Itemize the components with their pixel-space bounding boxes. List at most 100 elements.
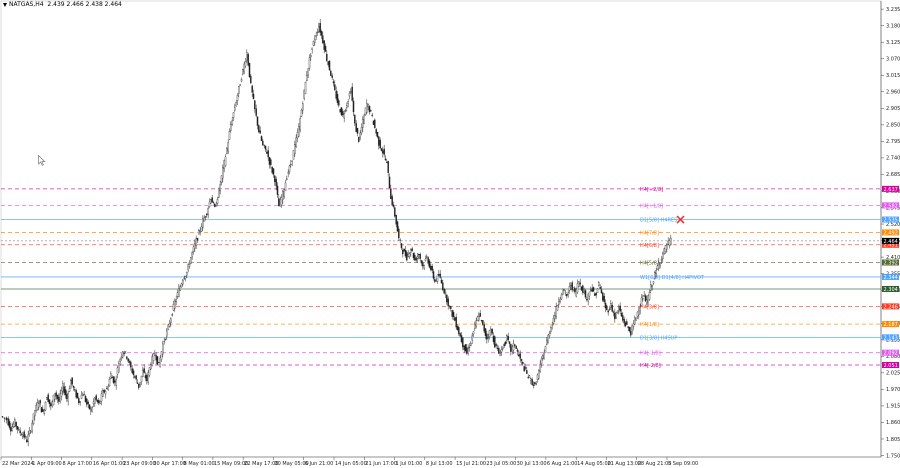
svg-text:2.187: 2.187 — [884, 322, 898, 328]
price-tag: 2.637 — [882, 185, 899, 193]
candle — [575, 287, 577, 298]
y-tick-label: 1.970 — [886, 387, 900, 393]
candle — [70, 378, 72, 389]
price-tag: 2.582 — [882, 202, 899, 209]
candle — [32, 413, 35, 426]
level-label: D1[3/8] H4SUP — [640, 335, 677, 341]
candle — [615, 312, 617, 319]
y-tick-label: 1.915 — [886, 404, 900, 410]
svg-text:2.637: 2.637 — [884, 187, 898, 193]
candle — [562, 288, 564, 296]
x-tick-label: 23 Apr 09:00 — [123, 461, 156, 467]
svg-text:2.246: 2.246 — [884, 304, 898, 310]
level-label: H4[1/8] — [640, 322, 659, 328]
x-tick-label: 8 May 01:00 — [184, 461, 215, 467]
level-label: H4[-1/8] — [640, 351, 661, 357]
candle — [210, 198, 212, 205]
candle — [547, 334, 549, 344]
price-tag: 2.464 — [882, 237, 899, 245]
candle — [190, 256, 192, 265]
price-tag: 2.143 — [882, 334, 899, 341]
mouse-cursor-icon — [38, 155, 46, 166]
x-tick-label: 15 May 09:00 — [214, 461, 248, 467]
collapse-triangle-icon[interactable] — [3, 2, 7, 7]
x-tick-label: 30 Jul 13:00 — [517, 461, 547, 467]
candle — [299, 115, 301, 133]
candle — [464, 344, 467, 352]
candle — [494, 335, 496, 349]
price-tag: 2.492 — [882, 229, 899, 236]
x-tick-label: 21 Aug 13:00 — [607, 461, 641, 467]
symbol-label: NATGAS,H4 — [9, 1, 44, 8]
x-tick-label: 14 Aug 05:00 — [577, 461, 611, 467]
candle — [602, 292, 604, 302]
level-label: H4[7/8] — [640, 230, 659, 236]
candle — [635, 317, 637, 321]
x-tick-label: 23 Jul 05:00 — [486, 461, 516, 467]
x-tick-label: 8 Jul 13:00 — [426, 461, 453, 467]
y-tick-label: 3.125 — [886, 40, 900, 46]
y-tick-label: 3.180 — [886, 23, 900, 29]
svg-text:2.535: 2.535 — [884, 217, 898, 223]
chart-title: NATGAS,H4 2.439 2.466 2.438 2.464 — [3, 1, 122, 8]
ohlc-readout: 2.439 2.466 2.438 2.464 — [47, 1, 122, 8]
y-tick-label: 2.025 — [886, 371, 900, 377]
candle — [578, 281, 580, 288]
candle — [372, 120, 375, 125]
candle — [304, 81, 307, 95]
x-tick-label: 16 Apr 01:00 — [93, 461, 126, 467]
candle — [248, 62, 251, 78]
svg-text:2.143: 2.143 — [884, 335, 898, 341]
price-tag: 2.051 — [882, 362, 899, 369]
x-tick-label: 28 Aug 21:00 — [638, 461, 672, 467]
candle — [328, 60, 331, 71]
svg-text:2.392: 2.392 — [884, 260, 898, 266]
candle — [52, 394, 55, 406]
candle — [364, 107, 367, 116]
x-tick-label: 14 Jun 05:00 — [335, 461, 367, 467]
price-tag: 2.187 — [882, 321, 899, 328]
candle — [544, 345, 547, 353]
level-label: W1[6/8] D1[4/8] H4PIVOT — [640, 275, 705, 281]
svg-text:2.492: 2.492 — [884, 230, 898, 236]
y-tick-label: 2.740 — [886, 156, 900, 162]
y-tick-label: 3.235 — [886, 7, 900, 13]
candle — [167, 323, 169, 331]
y-tick-label: 1.805 — [886, 437, 900, 443]
svg-text:2.464: 2.464 — [884, 239, 898, 245]
level-label: H4[3/8] — [640, 304, 659, 310]
candle — [374, 118, 376, 129]
svg-text:2.051: 2.051 — [884, 363, 898, 369]
candle — [156, 356, 159, 366]
candle — [363, 113, 365, 125]
candle — [403, 248, 405, 252]
x-tick-label: 21 Jun 17:00 — [365, 461, 397, 467]
x-tick-label: 22 May 17:00 — [244, 461, 278, 467]
x-tick-label: 8 Apr 17:00 — [63, 461, 92, 467]
y-tick-label: 2.960 — [886, 90, 900, 96]
x-tick-label: 1 Apr 09:00 — [32, 461, 61, 467]
candle — [556, 304, 559, 312]
level-label: H4[6/8] — [640, 243, 659, 249]
svg-text:2.344: 2.344 — [884, 275, 898, 281]
svg-text:2.582: 2.582 — [884, 203, 898, 209]
level-label: D1[5/8] H4RES — [640, 218, 677, 224]
candle — [247, 52, 249, 67]
level-label: H4[+1/8] — [640, 203, 663, 209]
x-tick-label: 30 May 05:00 — [274, 461, 308, 467]
candle — [99, 400, 101, 405]
svg-text:2.092: 2.092 — [884, 351, 898, 357]
candle — [40, 407, 43, 413]
candle — [88, 404, 91, 410]
y-tick-label: 2.850 — [886, 123, 900, 129]
y-tick-label: 3.070 — [886, 57, 900, 63]
y-tick-label: 1.750 — [886, 453, 900, 459]
price-tag: 2.535 — [882, 216, 899, 223]
level-label: H4[+2/8] — [640, 187, 663, 193]
price-tag: 2.246 — [882, 303, 899, 310]
candle — [596, 288, 599, 293]
candle — [340, 107, 343, 116]
price-chart: H4[+2/8] H4[+1/8] D1[5/8] H4RES H4[7/8] H4[6… — [0, 0, 900, 468]
x-tick-label: 15 Jul 21:00 — [456, 461, 486, 467]
candle — [218, 187, 220, 199]
